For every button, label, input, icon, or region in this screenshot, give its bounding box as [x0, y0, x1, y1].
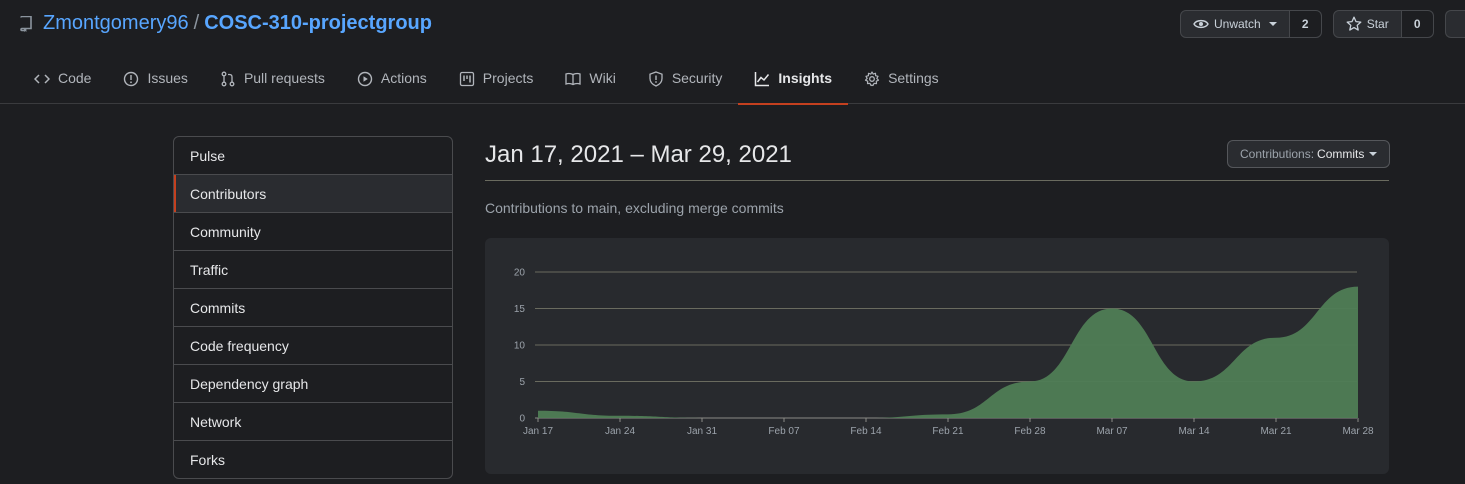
unwatch-button[interactable]: Unwatch	[1180, 10, 1290, 38]
repo-name-link[interactable]: COSC-310-projectgroup	[204, 12, 432, 35]
chart-subtitle: Contributions to main, excluding merge c…	[485, 200, 784, 216]
star-label: Star	[1366, 17, 1389, 31]
x-tick-label: Mar 14	[1178, 426, 1210, 437]
repo-header: Zmontgomery96 / COSC-310-projectgroup Un…	[0, 0, 1465, 105]
star-group: Star 0	[1332, 10, 1434, 38]
star-icon	[1346, 16, 1362, 32]
y-tick-label: 20	[514, 268, 526, 279]
y-tick-label: 15	[514, 304, 526, 315]
contributions-chart-svg: 0 5 10 15 20 Jan 17 Jan 24 Jan 31 Feb 07 Feb 14 Fe…	[514, 268, 1374, 438]
contributions-value: Commits	[1317, 147, 1365, 161]
y-tick-label: 10	[514, 341, 526, 352]
x-tick-label: Jan 24	[605, 426, 635, 437]
chevron-down-icon	[1369, 152, 1378, 156]
x-tick-label: Mar 21	[1260, 426, 1292, 437]
star-button[interactable]: Star	[1332, 10, 1402, 38]
tab-settings[interactable]: Settings	[848, 58, 955, 104]
date-range-title: Jan 17, 2021 – Mar 29, 2021	[485, 141, 792, 168]
repo-owner-link[interactable]: Zmontgomery96	[43, 12, 189, 35]
contributions-chart: 0 5 10 15 20 Jan 17 Jan 24 Jan 31 Feb 07 Feb 14 Fe…	[485, 238, 1389, 474]
gear-icon	[864, 71, 880, 87]
pull-request-icon	[220, 71, 236, 87]
tab-issues[interactable]: Issues	[107, 58, 203, 104]
sidebar-item-dependency-graph[interactable]: Dependency graph	[174, 365, 452, 403]
tab-insights[interactable]: Insights	[738, 58, 848, 105]
project-icon	[459, 71, 475, 87]
tab-security-label: Security	[671, 70, 723, 86]
tab-code[interactable]: Code	[18, 58, 107, 104]
repo-actions: Unwatch 2 Star 0	[1180, 10, 1465, 38]
tab-wiki-label: Wiki	[589, 70, 616, 86]
sidebar-item-pulse[interactable]: Pulse	[174, 137, 452, 175]
x-tick-label: Jan 17	[523, 426, 553, 437]
repo-title: Zmontgomery96 / COSC-310-projectgroup	[20, 12, 432, 35]
sidebar-item-forks[interactable]: Forks	[174, 441, 452, 478]
insights-sidebar: Pulse Contributors Community Traffic Com…	[173, 136, 453, 479]
x-tick-label: Mar 07	[1096, 426, 1128, 437]
y-tick-label: 5	[519, 377, 525, 388]
code-icon	[34, 71, 50, 87]
x-tick-label: Feb 28	[1014, 426, 1046, 437]
chevron-down-icon	[1268, 22, 1277, 26]
graph-icon	[754, 71, 770, 87]
repo-icon	[20, 15, 32, 32]
tab-pull-requests-label: Pull requests	[243, 70, 325, 86]
sidebar-item-traffic[interactable]: Traffic	[174, 251, 452, 289]
tab-projects-label: Projects	[482, 70, 534, 86]
tab-code-label: Code	[58, 70, 92, 86]
tab-issues-label: Issues	[147, 70, 188, 86]
book-icon	[565, 71, 582, 87]
unwatch-label: Unwatch	[1214, 17, 1261, 31]
tab-actions[interactable]: Actions	[341, 58, 443, 104]
x-tick-label: Feb 21	[932, 426, 964, 437]
stars-count[interactable]: 0	[1401, 10, 1434, 38]
sidebar-item-code-frequency[interactable]: Code frequency	[174, 327, 452, 365]
tab-projects[interactable]: Projects	[443, 58, 550, 104]
tab-wiki[interactable]: Wiki	[549, 58, 631, 104]
tab-insights-label: Insights	[778, 70, 833, 86]
fork-button[interactable]	[1444, 10, 1465, 38]
tab-security[interactable]: Security	[632, 58, 739, 104]
watchers-count[interactable]: 2	[1289, 10, 1322, 38]
sidebar-item-contributors[interactable]: Contributors	[174, 175, 452, 213]
play-icon	[357, 71, 373, 87]
x-tick-label: Jan 31	[687, 426, 717, 437]
series-area	[538, 286, 1358, 418]
x-tick-label: Mar 28	[1342, 426, 1374, 437]
sidebar-item-community[interactable]: Community	[174, 213, 452, 251]
x-tick-label: Feb 07	[768, 426, 800, 437]
issue-icon	[123, 71, 139, 87]
contributions-dropdown[interactable]: Contributions: Commits	[1227, 140, 1391, 168]
sidebar-item-commits[interactable]: Commits	[174, 289, 452, 327]
repo-separator: /	[193, 12, 200, 34]
x-tick-label: Feb 14	[850, 426, 882, 437]
repo-nav-tabs: Code Issues Pull requests Actions Projec…	[18, 58, 955, 105]
y-tick-label: 0	[519, 414, 525, 425]
eye-icon	[1193, 18, 1209, 30]
tab-actions-label: Actions	[380, 70, 427, 86]
tab-settings-label: Settings	[888, 70, 939, 86]
tab-pull-requests[interactable]: Pull requests	[204, 58, 341, 104]
divider	[485, 180, 1389, 181]
contributions-label: Contributions:	[1240, 147, 1315, 161]
shield-icon	[648, 71, 664, 87]
sidebar-item-network[interactable]: Network	[174, 403, 452, 441]
watch-group: Unwatch 2	[1180, 10, 1322, 38]
